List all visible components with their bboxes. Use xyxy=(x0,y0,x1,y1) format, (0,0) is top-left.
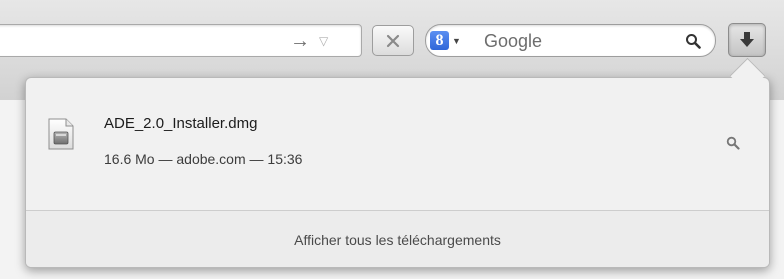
dmg-file-icon xyxy=(48,118,74,150)
search-icon[interactable] xyxy=(685,33,701,49)
search-field[interactable]: 8 ▼ Google xyxy=(425,24,716,57)
url-field[interactable]: → ▽ xyxy=(0,24,362,57)
download-arrow-icon xyxy=(740,32,754,47)
download-file-name: ADE_2.0_Installer.dmg xyxy=(104,115,258,132)
search-placeholder[interactable]: Google xyxy=(484,30,542,52)
close-icon xyxy=(386,34,400,47)
url-history-dropdown-icon[interactable]: ▽ xyxy=(319,31,328,51)
google-engine-icon: 8 xyxy=(430,31,449,50)
show-all-downloads-button[interactable]: Afficher tous les téléchargements xyxy=(26,211,769,267)
stop-button[interactable] xyxy=(372,25,414,56)
download-item[interactable]: ADE_2.0_Installer.dmg 16.6 Mo — adobe.co… xyxy=(26,78,769,210)
downloads-button[interactable] xyxy=(728,23,766,57)
show-in-finder-icon[interactable] xyxy=(726,136,740,150)
download-status: 16.6 Mo — adobe.com — 15:36 xyxy=(104,151,303,167)
downloads-panel: ADE_2.0_Installer.dmg 16.6 Mo — adobe.co… xyxy=(25,77,770,268)
go-arrow-icon[interactable]: → xyxy=(290,31,310,51)
chevron-down-icon: ▼ xyxy=(452,35,461,46)
search-engine-selector[interactable]: 8 ▼ xyxy=(430,29,461,52)
